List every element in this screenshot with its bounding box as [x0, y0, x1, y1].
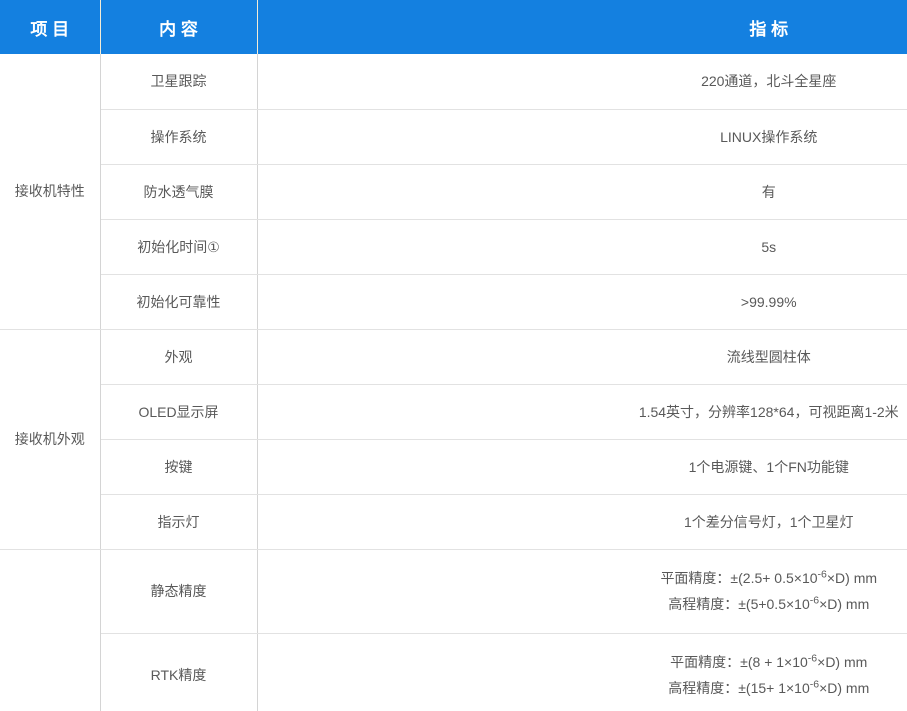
spec-name-cell: OLED显示屏	[100, 384, 257, 439]
table-row: 操作系统 LINUX操作系统	[0, 109, 907, 164]
header-cell-content: 内 容	[100, 0, 257, 54]
spec-line-tail: ×D) mm	[817, 654, 867, 670]
spec-name-cell: 指示灯	[100, 494, 257, 549]
spec-line: 平面精度：±(8 + 1×10-6×D) mm	[258, 649, 907, 675]
spec-value-cell: 1个差分信号灯，1个卫星灯	[257, 494, 907, 549]
spec-name-cell: 外观	[100, 329, 257, 384]
table-row: 静态精度 平面精度：±(2.5+ 0.5×10-6×D) mm 高程精度：±(5…	[0, 549, 907, 633]
superscript-exponent: -6	[810, 594, 819, 606]
table-row: RTK精度 平面精度：±(8 + 1×10-6×D) mm 高程精度：±(15+…	[0, 633, 907, 711]
spec-value-cell: 流线型圆柱体	[257, 329, 907, 384]
spec-line-base: 高程精度：±(5+0.5×10	[668, 596, 810, 612]
header-cell-item: 项 目	[0, 0, 100, 54]
spec-line-base: 平面精度：±(8 + 1×10	[670, 654, 808, 670]
spec-value-cell: LINUX操作系统	[257, 109, 907, 164]
table-row: 接收机特性 卫星跟踪 220通道，北斗全星座	[0, 54, 907, 109]
spec-table-viewport: 项 目 内 容 指 标 接收机特性 卫星跟踪 220通道，北斗全星座 操作系统 …	[0, 0, 907, 711]
spec-line: 高程精度：±(5+0.5×10-6×D) mm	[258, 591, 907, 617]
spec-value-cell: 平面精度：±(8 + 1×10-6×D) mm 高程精度：±(15+ 1×10-…	[257, 633, 907, 711]
header-cell-spec: 指 标	[257, 0, 907, 54]
table-row: 初始化可靠性 >99.99%	[0, 274, 907, 329]
table-row: 初始化时间① 5s	[0, 219, 907, 274]
spec-line-tail: ×D) mm	[819, 596, 869, 612]
table-row: 防水透气膜 有	[0, 164, 907, 219]
superscript-exponent: -6	[818, 568, 827, 580]
superscript-exponent: -6	[808, 652, 817, 664]
spec-name-cell: 按键	[100, 439, 257, 494]
table-row: 接收机外观 外观 流线型圆柱体	[0, 329, 907, 384]
spec-value-cell: 有	[257, 164, 907, 219]
spec-value-cell: >99.99%	[257, 274, 907, 329]
spec-name-cell: 初始化可靠性	[100, 274, 257, 329]
spec-name-cell: 防水透气膜	[100, 164, 257, 219]
spec-name-cell: 静态精度	[100, 549, 257, 633]
group-label-cell	[0, 549, 100, 711]
spec-name-cell: 操作系统	[100, 109, 257, 164]
spec-line: 高程精度：±(15+ 1×10-6×D) mm	[258, 675, 907, 701]
spec-line: 平面精度：±(2.5+ 0.5×10-6×D) mm	[258, 565, 907, 591]
spec-line-tail: ×D) mm	[827, 570, 877, 586]
spec-value-cell: 220通道，北斗全星座	[257, 54, 907, 109]
header-row: 项 目 内 容 指 标	[0, 0, 907, 54]
spec-value-cell: 1个电源键、1个FN功能键	[257, 439, 907, 494]
spec-value-cell: 1.54英寸，分辨率128*64，可视距离1-2米	[257, 384, 907, 439]
spec-line-base: 平面精度：±(2.5+ 0.5×10	[660, 570, 817, 586]
spec-table: 项 目 内 容 指 标 接收机特性 卫星跟踪 220通道，北斗全星座 操作系统 …	[0, 0, 907, 711]
spec-name-cell: 初始化时间①	[100, 219, 257, 274]
superscript-exponent: -6	[810, 678, 819, 690]
spec-name-cell: 卫星跟踪	[100, 54, 257, 109]
group-label-cell: 接收机外观	[0, 329, 100, 549]
spec-line-tail: ×D) mm	[819, 680, 869, 696]
spec-line-base: 高程精度：±(15+ 1×10	[668, 680, 810, 696]
table-row: 指示灯 1个差分信号灯，1个卫星灯	[0, 494, 907, 549]
spec-value-cell: 平面精度：±(2.5+ 0.5×10-6×D) mm 高程精度：±(5+0.5×…	[257, 549, 907, 633]
table-row: OLED显示屏 1.54英寸，分辨率128*64，可视距离1-2米	[0, 384, 907, 439]
spec-value-cell: 5s	[257, 219, 907, 274]
table-row: 按键 1个电源键、1个FN功能键	[0, 439, 907, 494]
group-label-cell: 接收机特性	[0, 54, 100, 329]
spec-name-cell: RTK精度	[100, 633, 257, 711]
